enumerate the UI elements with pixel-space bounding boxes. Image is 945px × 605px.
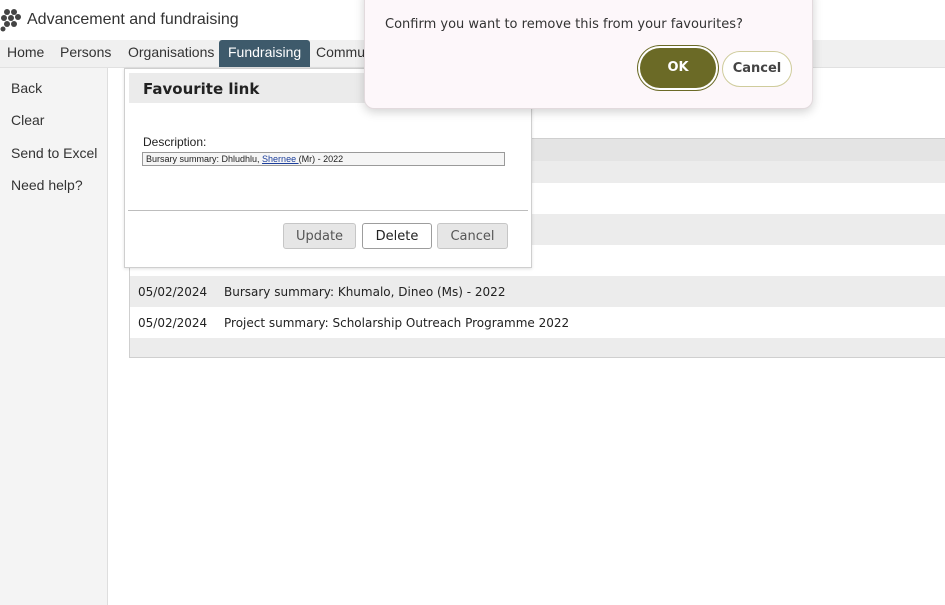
sidebar-back-link[interactable]: Back: [11, 80, 42, 96]
description-underlined-text: Shernee: [262, 154, 299, 164]
sidebar: Back Clear Send to Excel Need help?: [0, 68, 108, 605]
app-title: Advancement and fundraising: [27, 11, 239, 28]
sidebar-need-help-link[interactable]: Need help?: [11, 177, 83, 193]
confirm-cancel-button[interactable]: Cancel: [722, 51, 792, 87]
table-row[interactable]: 05/02/2024 Project summary: Scholarship …: [130, 307, 945, 338]
dialog-title: Favourite link: [143, 80, 260, 98]
description-input[interactable]: Bursary summary: Dhludhlu, Shernee (Mr) …: [142, 152, 505, 166]
update-button[interactable]: Update: [283, 223, 356, 249]
dialog-divider: [128, 210, 528, 211]
nav-persons[interactable]: Persons: [60, 40, 111, 67]
sidebar-clear-link[interactable]: Clear: [11, 112, 44, 128]
nav-organisations[interactable]: Organisations: [128, 40, 214, 67]
description-label: Description:: [143, 135, 207, 149]
description-text: Bursary summary: Dhludhlu,: [146, 154, 263, 164]
confirm-remove-popup: Confirm you want to remove this from you…: [364, 0, 813, 109]
row-date: 05/02/2024: [138, 285, 208, 299]
app-logo-icon: [0, 9, 21, 32]
nav-home[interactable]: Home: [7, 40, 44, 67]
delete-button[interactable]: Delete: [362, 223, 432, 249]
confirm-message: Confirm you want to remove this from you…: [385, 17, 743, 32]
description-text-end: (Mr) - 2022: [298, 154, 344, 164]
confirm-ok-button[interactable]: OK: [640, 48, 716, 88]
nav-fundraising[interactable]: Fundraising: [219, 40, 311, 67]
table-footer-row: [130, 338, 945, 357]
sidebar-send-to-excel-link[interactable]: Send to Excel: [11, 145, 97, 161]
row-description-link[interactable]: Project summary: Scholarship Outreach Pr…: [224, 316, 569, 330]
row-date: 05/02/2024: [138, 316, 208, 330]
dialog-cancel-button[interactable]: Cancel: [437, 223, 508, 249]
row-description-link[interactable]: Bursary summary: Khumalo, Dineo (Ms) - 2…: [224, 285, 505, 299]
table-row[interactable]: 05/02/2024 Bursary summary: Khumalo, Din…: [130, 276, 945, 307]
nav-communications[interactable]: Commu: [316, 40, 365, 67]
